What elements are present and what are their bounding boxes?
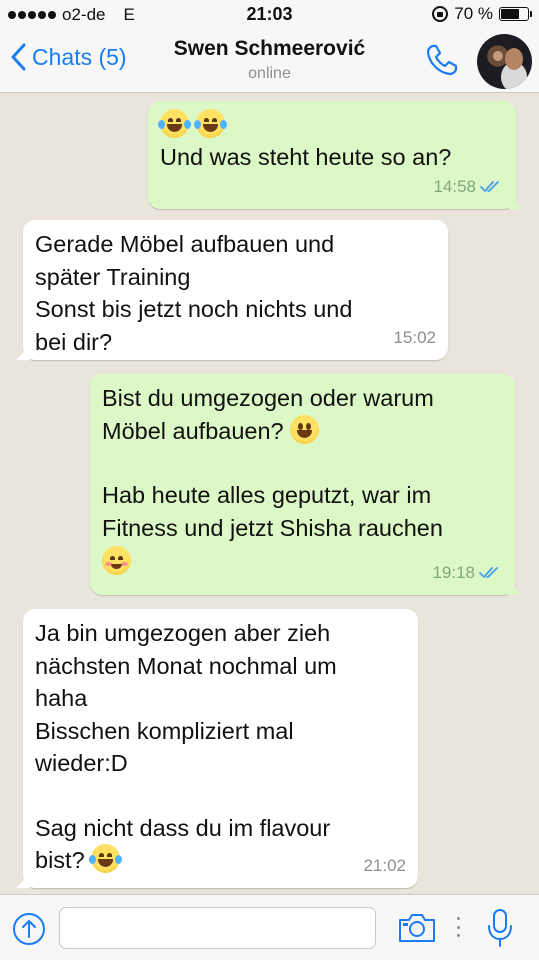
chat-header: Chats (5) Swen Schmeerović online [0,30,539,93]
laughing-tears-emoji-icon [158,109,191,138]
message-text: Hab heute alles geputzt, war im Fitness … [102,482,443,541]
message-meta: 14:58 [433,171,504,204]
double-check-icon [480,180,499,192]
rotation-lock-icon [432,6,449,22]
battery-icon [499,7,532,21]
emoji-row [158,109,504,141]
message-paragraph: Sag nicht dass du im flavour bist? [35,812,406,877]
message-time: 21:02 [363,855,406,875]
message-input[interactable] [59,907,376,949]
message-time: 15:02 [393,327,436,347]
microphone-icon[interactable] [486,908,514,948]
blush-emoji-icon [102,546,131,575]
message-paragraph: Bist du umgezogen oder warum Möbel aufba… [102,382,503,447]
upload-icon[interactable] [12,912,46,946]
outgoing-message[interactable]: Und was steht heute so an? 14:58 [148,101,516,209]
incoming-message[interactable]: Gerade Möbel aufbauen und später Trainin… [23,220,448,360]
message-time: 14:58 [433,176,476,196]
avatar[interactable] [477,34,532,89]
message-meta: 19:18 [432,557,503,590]
message-meta: 15:02 [393,322,436,355]
battery-percent: 70 % [454,4,493,23]
incoming-message[interactable]: Ja bin umgezogen aber zieh nächsten Mona… [23,609,418,888]
divider-dots [456,917,460,937]
smiley-emoji-icon [290,414,320,444]
camera-icon[interactable] [397,911,437,945]
phone-icon[interactable] [424,42,460,78]
message-list[interactable]: Und was steht heute so an? 14:58 Gerade … [0,94,539,894]
laughing-tears-emoji-icon [193,109,227,138]
composer-bar [0,894,539,960]
message-meta: 21:02 [363,850,406,883]
message-text: Und was steht heute so an? [160,144,452,170]
laughing-tears-emoji-icon [89,844,123,873]
message-time: 19:18 [432,562,475,582]
double-check-icon [479,566,498,578]
message-text: Bist du umgezogen oder warum Möbel aufba… [102,385,434,444]
message-text: Gerade Möbel aufbauen und später Trainin… [35,231,353,355]
status-right: 70 % [432,4,532,24]
status-bar: o2-de E 21:03 70 % [0,0,539,30]
message-text: Sag nicht dass du im flavour bist? [35,814,331,874]
message-text: Ja bin umgezogen aber zieh nächsten Mona… [35,620,337,776]
outgoing-message[interactable]: Bist du umgezogen oder warum Möbel aufba… [90,374,515,595]
